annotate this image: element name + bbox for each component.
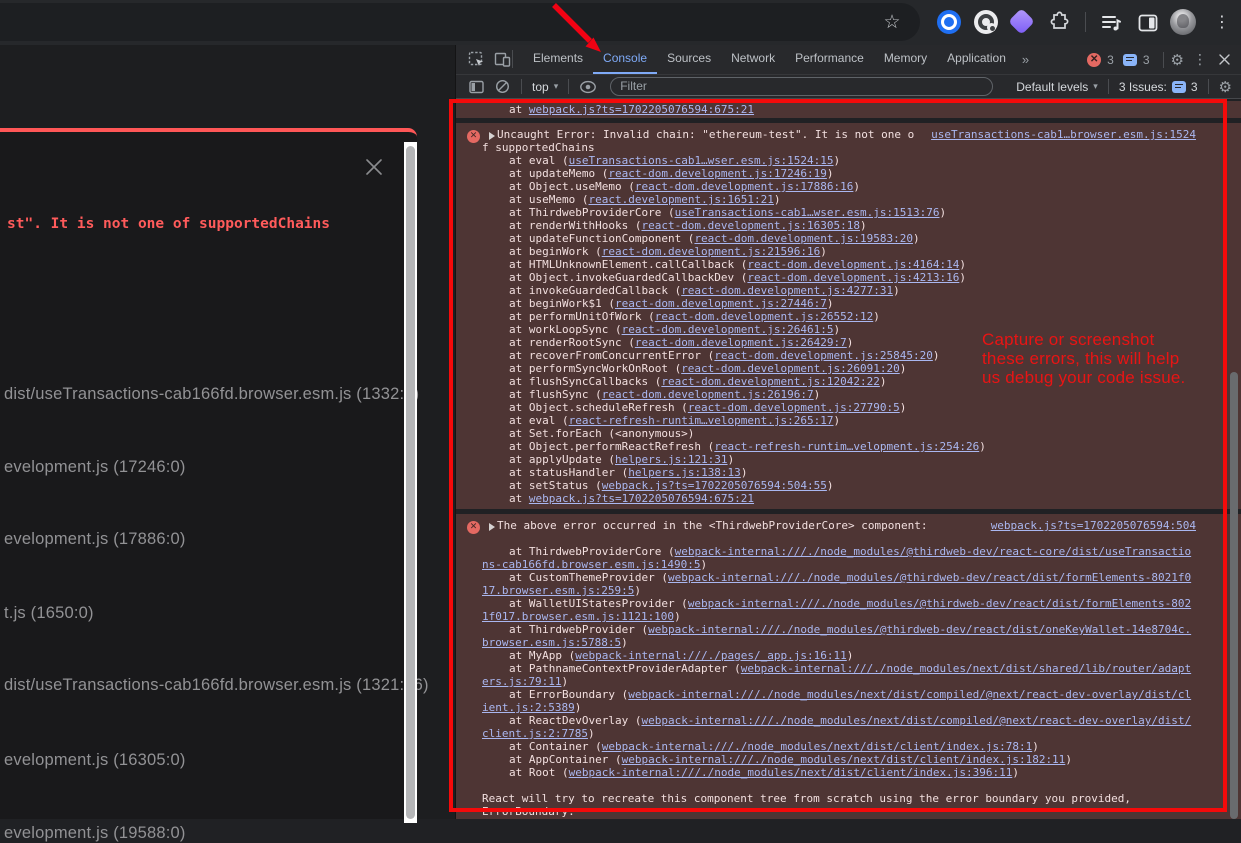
media-controls-icon[interactable] [1099,11,1123,35]
console-toolbar: top▾ Filter Default levels▾ 3 Issues: 3 … [456,74,1241,99]
tab-network[interactable]: Network [721,45,785,74]
devtools-close-icon[interactable] [1216,53,1233,66]
overlay-scrollbar[interactable] [404,142,417,823]
log-levels-dropdown[interactable]: Default levels▾ [1016,80,1098,94]
tab-performance[interactable]: Performance [785,45,874,74]
devtools-settings-gear-icon[interactable]: ⚙ [1171,51,1184,69]
console-sidebar-icon[interactable] [467,78,485,96]
close-icon[interactable] [363,156,385,178]
nextjs-error-overlay: st". It is not one of supportedChains di… [0,128,417,819]
extensions-puzzle-icon[interactable] [1047,10,1071,34]
web-page-background: st". It is not one of supportedChains di… [0,45,455,819]
extension-icon-blue[interactable] [937,10,961,34]
toolbar-divider [568,79,569,94]
message-count-icon[interactable] [1123,54,1137,66]
annotation-arrow [538,0,618,60]
filter-input[interactable]: Filter [610,77,993,96]
error-count-icon[interactable]: ✕ [1087,53,1101,67]
overlay-frame-file: evelopment.js (17886:0) [4,530,186,549]
toolbar-divider [521,79,522,94]
tab-sources[interactable]: Sources [657,45,721,74]
toolbar-divider [1108,79,1109,94]
console-settings-gear-icon[interactable]: ⚙ [1219,78,1232,96]
issues-icon [1172,81,1186,93]
toolbar-divider [1208,79,1209,94]
issues-counter[interactable]: 3 Issues: 3 [1119,80,1198,94]
live-expression-eye-icon[interactable] [579,78,597,96]
tab-memory[interactable]: Memory [874,45,937,74]
browser-toolbar: ☆ ⋮ [0,0,1241,45]
more-tabs-chevron-icon[interactable]: » [1016,52,1035,67]
overlay-error-message: st". It is not one of supportedChains [7,216,330,232]
address-bar[interactable] [0,3,920,41]
overlay-frame-file: evelopment.js (17246:0) [4,458,186,477]
toolbar-divider [1085,12,1086,32]
extension-icon-purple-diamond[interactable] [1008,8,1035,35]
chevron-down-icon: ▾ [1093,82,1098,92]
tab-application[interactable]: Application [937,45,1016,74]
overlay-frame-file: dist/useTransactions-cab166fd.browser.es… [4,676,429,695]
overlay-frame-file: dist/useTransactions-cab166fd.browser.es… [4,385,419,404]
overlay-frame-file: evelopment.js (16305:0) [4,751,186,770]
bookmark-star-icon[interactable]: ☆ [881,11,903,33]
overlay-frame-file: t.js (1650:0) [4,604,94,623]
overlay-frame-file: evelopment.js (19588:0) [4,824,186,843]
console-scrollbar-thumb[interactable] [1230,372,1238,819]
device-toolbar-icon[interactable] [493,51,511,69]
context-selector[interactable]: top▾ [532,80,558,94]
extension-icon-gray[interactable] [974,10,998,34]
message-count[interactable]: 3 [1143,53,1150,67]
side-panel-icon[interactable] [1136,11,1160,35]
browser-menu-kebab-icon[interactable]: ⋮ [1214,11,1228,33]
overlay-scrollbar-thumb[interactable] [406,146,415,819]
error-count[interactable]: 3 [1107,53,1114,67]
clear-console-icon[interactable] [493,78,511,96]
profile-avatar[interactable] [1170,9,1196,35]
chevron-down-icon: ▾ [554,82,559,92]
devtools-kebab-icon[interactable]: ⋮ [1187,52,1213,68]
tabbar-divider [512,50,513,68]
inspect-element-icon[interactable] [467,51,485,69]
annotation-note: Capture or screenshot these errors, this… [982,330,1185,387]
annotation-rectangle [449,99,1227,812]
tabbar-divider [1163,52,1164,68]
